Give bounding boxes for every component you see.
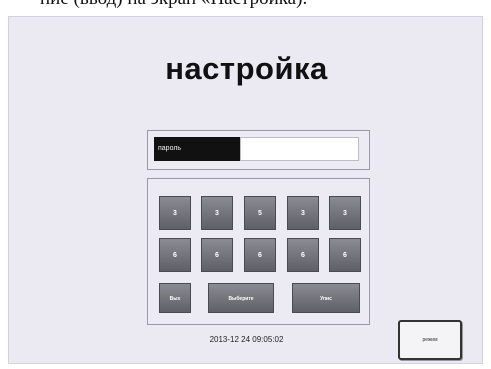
keypad-key[interactable]: 6: [201, 238, 233, 272]
keypad-key[interactable]: 6: [159, 238, 191, 272]
keypad-key[interactable]: 3: [159, 196, 191, 230]
keypad-key[interactable]: 3: [201, 196, 233, 230]
mode-button[interactable]: режим: [398, 320, 462, 360]
keypad-key[interactable]: 3: [329, 196, 361, 230]
password-input[interactable]: [240, 137, 359, 161]
keypad: 3 3 5 3 3 6 6 6 6 6 Вых Выберите Упис: [147, 178, 370, 325]
page: ние (ввод) на экран «Настройка). настрой…: [0, 0, 491, 369]
caption-text: ние (ввод) на экран «Настройка).: [40, 0, 491, 10]
page-title: настройка: [165, 51, 328, 86]
password-label: пароль: [154, 137, 240, 161]
keypad-key[interactable]: 6: [329, 238, 361, 272]
keypad-key[interactable]: 6: [287, 238, 319, 272]
keypad-key[interactable]: 3: [287, 196, 319, 230]
keypad-key[interactable]: 6: [244, 238, 276, 272]
select-button[interactable]: Выберите: [208, 283, 274, 313]
settings-screen: настройка пароль 3 3 5 3 3 6 6 6 6 6 Вых…: [8, 16, 483, 364]
keypad-key[interactable]: 5: [244, 196, 276, 230]
exit-button[interactable]: Вых: [159, 283, 191, 313]
enter-button[interactable]: Упис: [292, 283, 360, 313]
password-panel: пароль: [147, 130, 370, 170]
